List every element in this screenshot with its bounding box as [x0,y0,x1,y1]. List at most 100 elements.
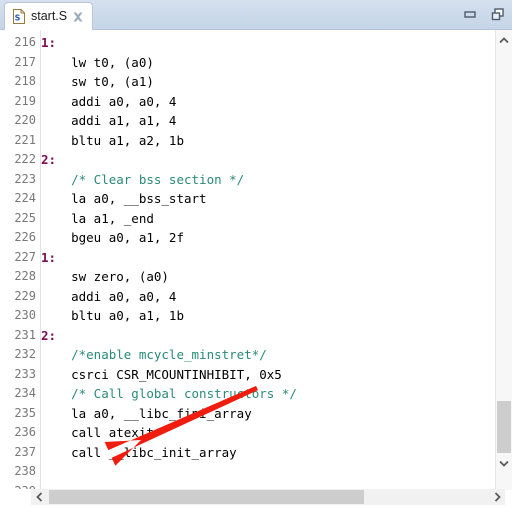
code-line[interactable]: 230 bltu a0, a1, 1b [0,306,474,326]
svg-text:S: S [15,14,21,23]
line-content: bgeu a0, a1, 2f [36,228,474,248]
code-line[interactable]: 227 1: [0,248,474,268]
code-line[interactable]: 216 1: [0,33,474,53]
line-content: csrci CSR_MCOUNTINHIBIT, 0x5 [36,365,474,385]
code-token: 2: [41,152,57,167]
line-content: bltu a1, a2, 1b [36,131,474,151]
window-controls [462,0,506,29]
line-number: 217 [14,54,36,69]
line-number: 232 [14,347,36,361]
line-content: la a1, _end [36,209,474,229]
line-number: 225 [14,210,36,225]
code-line[interactable]: 224 la a0, __bss_start [0,189,474,209]
line-content: /* Clear bss section */ [36,170,474,190]
code-line[interactable]: 234 /* Call global constructors */ [0,384,474,404]
vertical-scrollbar-thumb[interactable] [497,401,511,453]
assembly-file-icon: S [12,9,26,24]
code-token: call atexit [41,425,154,440]
code-token: lw t0, (a0) [41,54,154,70]
code-token: la a0, __libc_fini_array [41,405,252,421]
line-content: addi a0, a0, 4 [36,92,474,112]
chevron-left-icon[interactable] [31,489,47,505]
chevron-up-icon[interactable] [496,32,512,49]
line-content: sw zero, (a0) [36,267,474,287]
line-number: 224 [14,191,36,205]
code-token: csrci CSR_MCOUNTINHIBIT, 0x5 [41,366,282,382]
code-line[interactable]: 232 /*enable mcycle_minstret*/ [0,345,474,365]
code-token: addi a1, a1, 4 [41,113,177,128]
code-token: /* Clear bss section */ [41,171,245,187]
code-token: /*enable mcycle_minstret*/ [41,347,267,362]
line-content: /*enable mcycle_minstret*/ [36,345,474,365]
line-content: addi a1, a1, 4 [36,111,474,131]
code-line[interactable]: 226 bgeu a0, a1, 2f [0,228,474,248]
line-number: 222 [14,152,36,166]
code-line[interactable]: 223 /* Clear bss section */ [0,170,474,190]
code-token: la a1, _end [41,210,154,226]
line-content: addi a0, a0, 4 [36,287,474,307]
editor-tab-bar: S start.S [0,0,512,30]
line-number: 237 [14,444,36,459]
line-content: 2: [36,326,474,346]
horizontal-scrollbar-thumb[interactable] [49,490,364,504]
code-line[interactable]: 237 call __libc_init_array [0,443,474,463]
code-line[interactable]: 233 csrci CSR_MCOUNTINHIBIT, 0x5 [0,365,474,385]
line-number: 226 [14,230,36,244]
code-line[interactable]: 218 sw t0, (a1) [0,72,474,92]
scrollbar-corner [0,489,31,509]
line-content: call atexit [36,423,474,443]
code-area[interactable]: 216 1: 217 lw t0, (a0) 218 sw t0, (a1) 219 a… [0,30,474,490]
vertical-scrollbar[interactable] [495,30,512,490]
code-token: 1: [41,35,57,50]
line-number: 231 [14,327,36,342]
code-line[interactable]: 222 2: [0,150,474,170]
tab-label: start.S [31,9,68,24]
line-content: la a0, __libc_fini_array [36,404,474,424]
line-content: 1: [36,33,474,53]
chevron-right-icon[interactable] [489,489,505,505]
code-lines: 216 1: 217 lw t0, (a0) 218 sw t0, (a1) 219 a… [0,33,474,490]
line-number: 218 [14,74,36,88]
code-token: call __libc_init_array [41,444,237,460]
code-line[interactable]: 231 2: [0,326,474,346]
line-content: 2: [36,150,474,170]
minimize-icon[interactable] [462,7,478,23]
code-token: sw t0, (a1) [41,74,154,89]
restore-icon[interactable] [490,7,506,23]
line-content: lw t0, (a0) [36,53,474,73]
code-line[interactable]: 238 [0,462,474,482]
code-line[interactable]: 235 la a0, __libc_fini_array [0,404,474,424]
close-icon[interactable] [72,11,84,23]
chevron-down-icon[interactable] [496,455,512,472]
line-number: 227 [14,249,36,264]
line-content: bltu a0, a1, 1b [36,306,474,326]
code-token: sw zero, (a0) [41,269,169,284]
code-line[interactable]: 220 addi a1, a1, 4 [0,111,474,131]
code-token: bltu a0, a1, 1b [41,308,184,323]
code-line[interactable]: 221 bltu a1, a2, 1b [0,131,474,151]
editor-body: 216 1: 217 lw t0, (a0) 218 sw t0, (a1) 219 a… [0,30,512,509]
code-token: 2: [41,327,57,343]
line-content: 1: [36,248,474,268]
code-line[interactable]: 236 call atexit [0,423,474,443]
code-token: addi a0, a0, 4 [41,288,177,304]
code-token: addi a0, a0, 4 [41,93,177,109]
code-line[interactable]: 225 la a1, _end [0,209,474,229]
code-line[interactable]: 228 sw zero, (a0) [0,267,474,287]
code-line[interactable]: 217 lw t0, (a0) [0,53,474,73]
line-content: /* Call global constructors */ [36,384,474,404]
code-token: la a0, __bss_start [41,191,207,206]
line-number: 235 [14,405,36,420]
line-content: sw t0, (a1) [36,72,474,92]
code-token: 1: [41,249,57,265]
code-line[interactable]: 219 addi a0, a0, 4 [0,92,474,112]
line-number: 233 [14,366,36,381]
tab-start-s[interactable]: S start.S [4,2,94,30]
code-line[interactable]: 229 addi a0, a0, 4 [0,287,474,307]
line-number: 238 [14,464,36,478]
line-number: 216 [14,35,36,49]
editor-window: S start.S 216 1: 217 lw t0, (a0) 218 sw … [0,0,512,509]
code-token: /* Call global constructors */ [41,386,297,401]
horizontal-scrollbar[interactable] [31,489,505,505]
line-content: la a0, __bss_start [36,189,474,209]
